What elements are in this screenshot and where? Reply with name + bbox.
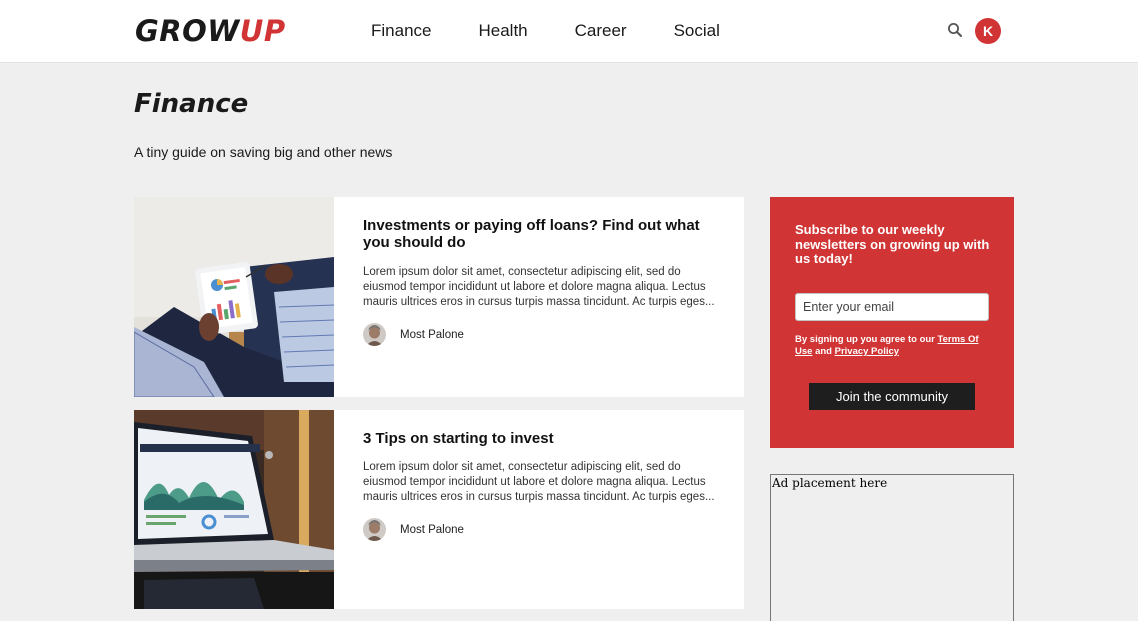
author-name: Most Palone <box>400 523 464 536</box>
nav-item-social[interactable]: Social <box>674 20 720 42</box>
page-subtitle: A tiny guide on saving big and other new… <box>134 144 393 160</box>
article-body: 3 Tips on starting to invest Lorem ipsum… <box>363 430 723 541</box>
newsletter-heading: Subscribe to our weekly newsletters on g… <box>795 222 990 266</box>
user-avatar[interactable]: K <box>975 18 1001 44</box>
article-card[interactable]: 3 Tips on starting to invest Lorem ipsum… <box>134 410 744 609</box>
article-title[interactable]: 3 Tips on starting to invest <box>363 430 723 447</box>
ad-placement: Ad placement here <box>770 474 1014 621</box>
logo[interactable]: GROWUP <box>135 14 286 48</box>
author-avatar <box>363 518 386 541</box>
article-excerpt: Lorem ipsum dolor sit amet, consectetur … <box>363 266 715 308</box>
search-icon[interactable] <box>947 22 963 38</box>
newsletter-box: Subscribe to our weekly newsletters on g… <box>770 197 1014 448</box>
site-header: GROWUP Finance Health Career Social K <box>0 0 1138 63</box>
article-author: Most Palone <box>363 323 723 346</box>
article-image-tablet[interactable] <box>134 197 334 397</box>
nav-item-career[interactable]: Career <box>575 20 627 42</box>
article-image-laptop[interactable] <box>134 410 334 609</box>
article-card[interactable]: Investments or paying off loans? Find ou… <box>134 197 744 397</box>
privacy-policy-link[interactable]: Privacy Policy <box>835 346 899 357</box>
logo-text-grow: GROW <box>135 14 240 48</box>
main-nav: Finance Health Career Social <box>371 20 767 42</box>
terms-and: and <box>812 346 835 357</box>
ad-label: Ad placement here <box>772 476 888 490</box>
page-title: Finance <box>134 89 249 119</box>
logo-text-up: UP <box>239 14 286 48</box>
terms-text: By signing up you agree to our Terms Of … <box>795 334 990 358</box>
article-excerpt: Lorem ipsum dolor sit amet, consectetur … <box>363 461 715 503</box>
terms-prefix: By signing up you agree to our <box>795 334 938 345</box>
nav-item-finance[interactable]: Finance <box>371 20 431 42</box>
nav-item-health[interactable]: Health <box>478 20 527 42</box>
article-title[interactable]: Investments or paying off loans? Find ou… <box>363 217 723 251</box>
article-body: Investments or paying off loans? Find ou… <box>363 217 723 346</box>
author-name: Most Palone <box>400 328 464 341</box>
email-input[interactable] <box>795 293 989 321</box>
article-author: Most Palone <box>363 518 723 541</box>
join-community-button[interactable]: Join the community <box>809 383 975 410</box>
author-avatar <box>363 323 386 346</box>
